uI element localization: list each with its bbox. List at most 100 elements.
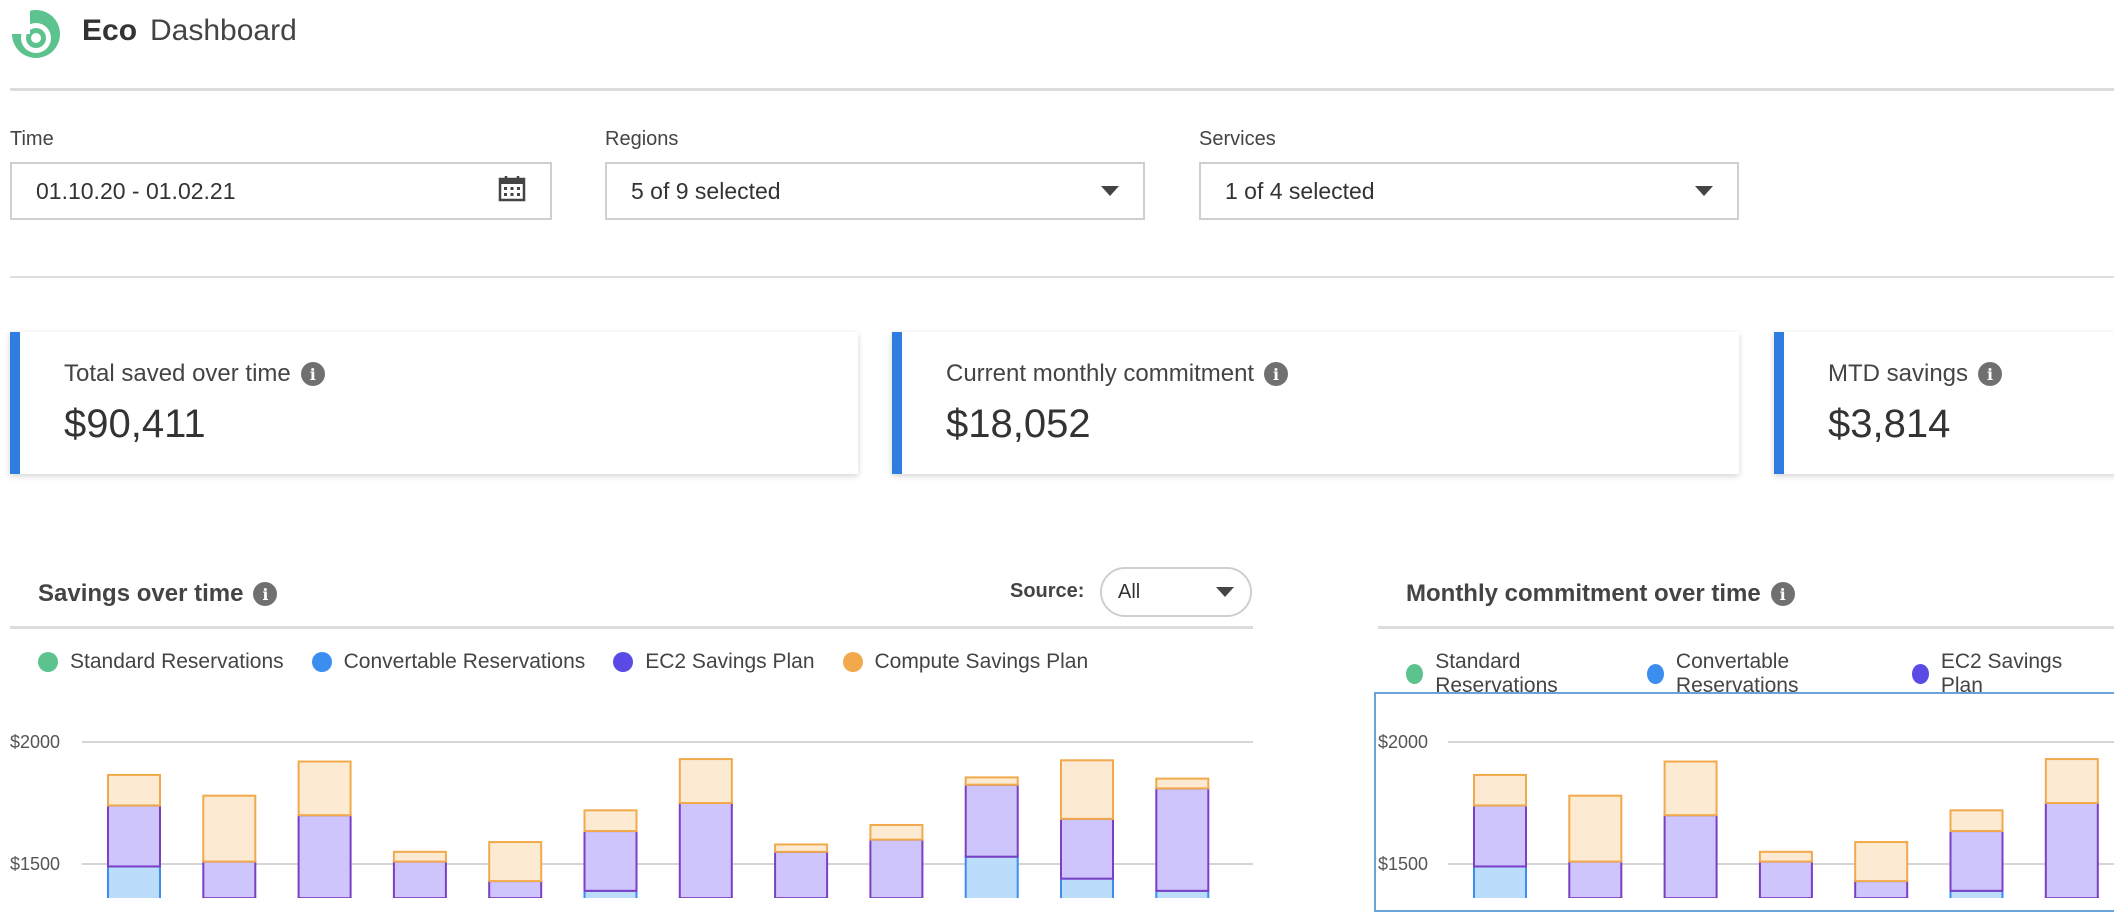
bar-segment[interactable]: [583, 809, 638, 833]
bar-segment[interactable]: [202, 860, 257, 898]
commitment-panel-divider: [1378, 626, 2114, 629]
bar-segment[interactable]: [1758, 860, 1813, 898]
source-label: Source:: [1010, 580, 1085, 602]
bar-segment[interactable]: [1060, 759, 1114, 820]
legend-item[interactable]: Standard Reservations: [38, 650, 284, 674]
time-filter-value: 01.10.20 - 01.02.21: [36, 177, 236, 204]
source-select[interactable]: All: [1100, 567, 1252, 617]
savings-chart: $2000 $1500: [10, 732, 1253, 898]
bar-segment[interactable]: [583, 830, 638, 892]
legend-label: EC2 Savings Plan: [645, 650, 815, 673]
bar-segment[interactable]: [1663, 760, 1718, 817]
bar-segment[interactable]: [297, 760, 352, 817]
legend-dot: [1406, 664, 1424, 684]
bar-segment[interactable]: [1663, 814, 1718, 898]
bar-segment[interactable]: [1568, 794, 1623, 863]
bar-segment[interactable]: [1949, 830, 2004, 892]
bar-segment[interactable]: [2044, 802, 2099, 898]
bar-segment[interactable]: [1758, 850, 1813, 863]
services-select[interactable]: 1 of 4 selected: [1199, 162, 1739, 220]
bar-segment[interactable]: [107, 804, 161, 868]
legend-label: Convertable Reservations: [343, 650, 586, 673]
legend-label: Convertable Reservations: [1675, 650, 1799, 697]
legend-dot: [613, 652, 634, 672]
bar-segment[interactable]: [392, 850, 447, 863]
bar-segment[interactable]: [1473, 865, 1527, 898]
commitment-legend: Standard Reservations Convertable Reserv…: [1406, 650, 2114, 698]
legend-label: EC2 Savings Plan: [1940, 650, 2063, 697]
commitment-panel-title: Monthly commitment over time i: [1406, 580, 1795, 608]
card-value: $18,052: [946, 402, 1091, 446]
bar-segment[interactable]: [1060, 877, 1114, 898]
legend-item[interactable]: EC2 Savings Plan: [613, 650, 815, 674]
bar-segment[interactable]: [583, 889, 638, 898]
bar-segment[interactable]: [964, 783, 1019, 858]
info-icon[interactable]: i: [1978, 362, 2003, 386]
bar-segment[interactable]: [1473, 773, 1527, 807]
bar-segment[interactable]: [488, 841, 543, 883]
info-icon[interactable]: i: [1770, 582, 1795, 606]
bar-segment[interactable]: [297, 814, 352, 898]
y-tick-label: $1500: [10, 854, 60, 874]
bar-segment[interactable]: [869, 838, 924, 898]
chevron-down-icon: [1216, 587, 1234, 597]
bar-segment[interactable]: [1155, 777, 1210, 790]
page-title: Dashboard: [150, 14, 297, 47]
bar-segment[interactable]: [107, 865, 161, 898]
total-saved-card: Total saved over time i $90,411: [10, 332, 858, 474]
regions-filter-label: Regions: [605, 128, 679, 150]
legend-dot: [311, 652, 332, 672]
legend-item[interactable]: Convertable Reservations: [1646, 650, 1884, 698]
y-tick-label: $1500: [1378, 854, 1428, 874]
bar-segment[interactable]: [1060, 817, 1114, 880]
regions-select[interactable]: 5 of 9 selected: [605, 162, 1145, 220]
brand-name: Eco: [82, 14, 138, 47]
bar-segment[interactable]: [107, 773, 161, 807]
info-icon[interactable]: i: [1264, 362, 1289, 386]
y-tick-label: $2000: [1378, 732, 1428, 752]
bar-segment[interactable]: [678, 758, 733, 804]
filters-divider: [10, 276, 2114, 278]
bar-segment[interactable]: [1854, 841, 1909, 883]
legend-item[interactable]: EC2 Savings Plan: [1911, 650, 2086, 698]
bar-segment[interactable]: [1473, 804, 1527, 868]
bar-segment[interactable]: [1949, 809, 2004, 833]
bar-segment[interactable]: [1155, 787, 1210, 892]
eco-logo-icon: [10, 8, 62, 60]
bar-segment[interactable]: [964, 776, 1019, 786]
bar-segment[interactable]: [202, 794, 257, 863]
calendar-icon[interactable]: [498, 174, 526, 208]
regions-select-value: 5 of 9 selected: [631, 177, 781, 204]
bar-segment[interactable]: [869, 823, 924, 841]
card-value: $90,411: [64, 402, 206, 446]
info-icon[interactable]: i: [253, 582, 278, 606]
card-title: MTD savings: [1828, 360, 1969, 387]
commitment-chart: $2000 $1500: [1378, 732, 2114, 898]
legend-item[interactable]: Standard Reservations: [1406, 650, 1619, 698]
services-select-value: 1 of 4 selected: [1225, 177, 1375, 204]
savings-legend: Standard Reservations Convertable Reserv…: [38, 650, 1116, 674]
bar-segment[interactable]: [1854, 880, 1909, 898]
legend-item[interactable]: Convertable Reservations: [311, 650, 586, 674]
legend-dot: [38, 652, 58, 672]
bar-segment[interactable]: [774, 850, 829, 898]
bar-segment[interactable]: [678, 802, 733, 898]
bar-segment[interactable]: [488, 880, 543, 898]
info-icon[interactable]: i: [300, 362, 325, 386]
bar-segment[interactable]: [1949, 889, 2004, 898]
card-title: Total saved over time: [64, 360, 291, 387]
bar-segment[interactable]: [964, 855, 1019, 898]
savings-panel-title: Savings over time i: [38, 580, 278, 608]
commitment-title-text: Monthly commitment over time: [1406, 580, 1761, 607]
source-select-value: All: [1118, 580, 1141, 603]
bar-segment[interactable]: [774, 843, 829, 853]
bar-segment[interactable]: [1155, 889, 1210, 898]
bar-segment[interactable]: [2044, 758, 2099, 804]
mtd-savings-card: MTD savings i $3,814: [1774, 332, 2114, 474]
bar-segment[interactable]: [392, 860, 447, 898]
legend-item[interactable]: Compute Savings Plan: [842, 650, 1088, 674]
services-filter-label: Services: [1199, 128, 1276, 150]
bar-segment[interactable]: [1568, 860, 1623, 898]
savings-title-text: Savings over time: [38, 580, 244, 607]
time-filter-input[interactable]: 01.10.20 - 01.02.21: [10, 162, 552, 220]
